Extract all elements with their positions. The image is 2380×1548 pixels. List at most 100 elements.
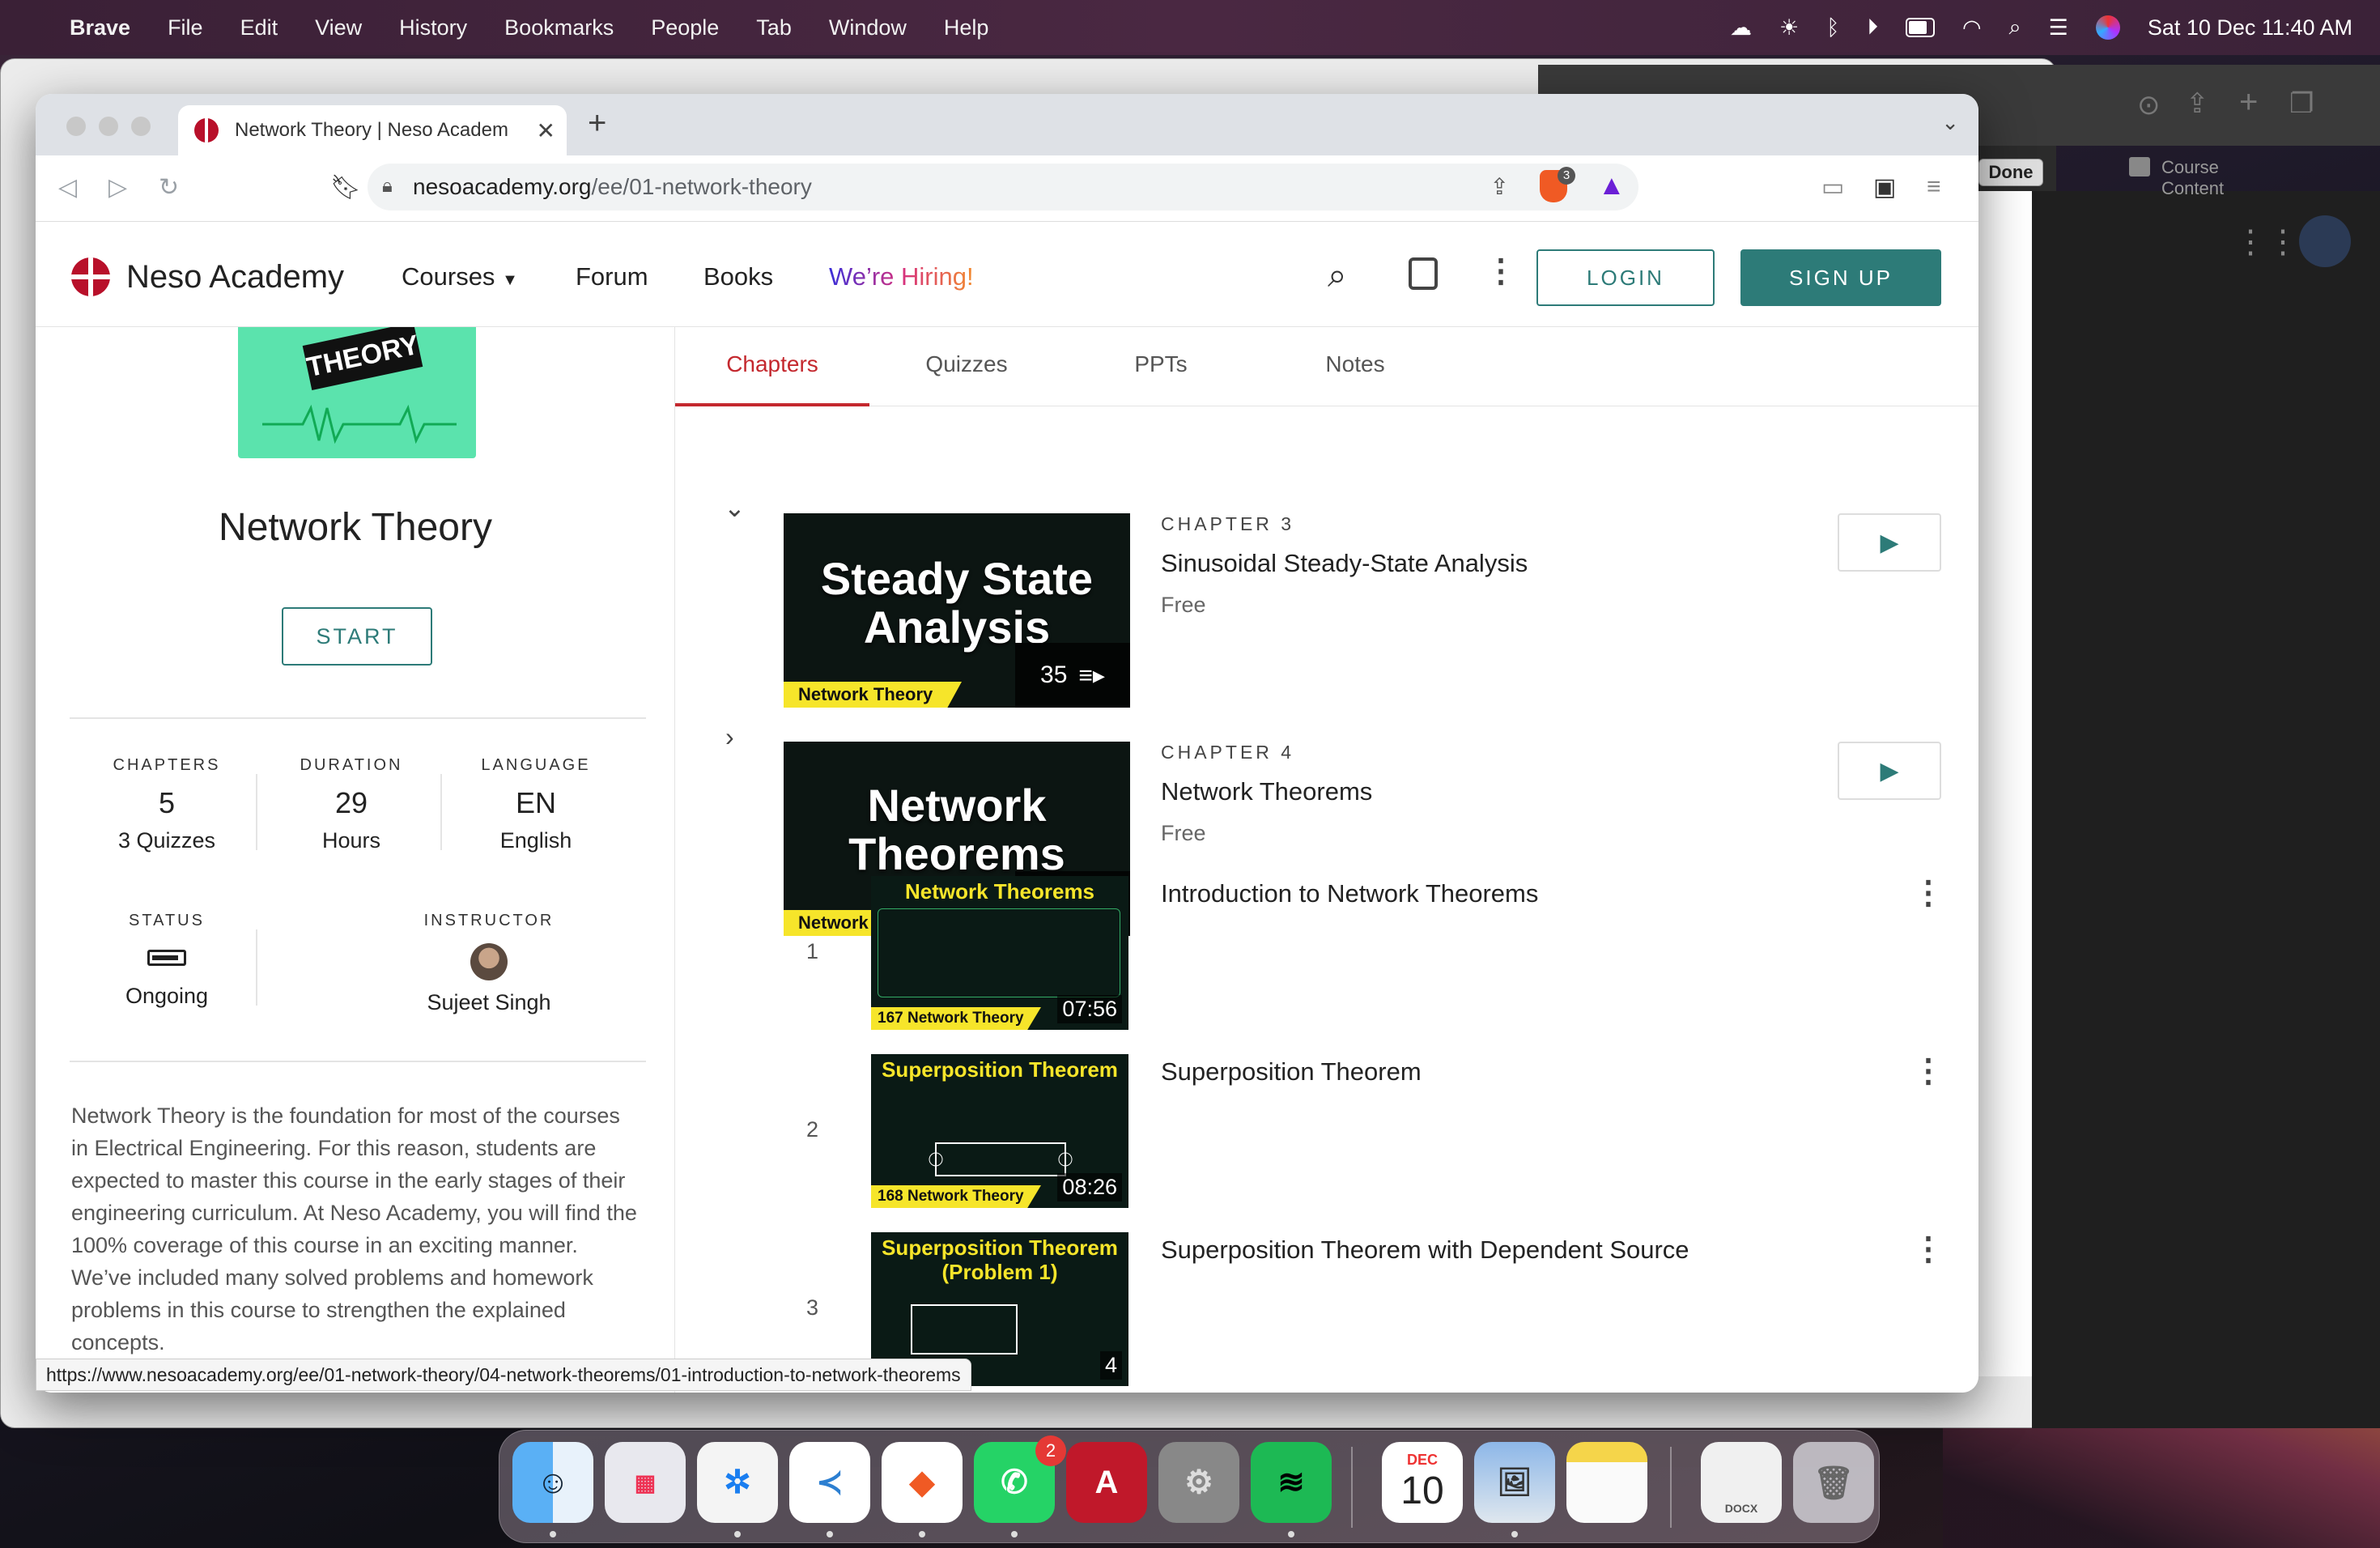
menu-file[interactable]: File: [168, 15, 203, 40]
calendar-icon[interactable]: DEC 10: [1382, 1442, 1463, 1523]
tab-ppts[interactable]: PPTs: [1064, 351, 1258, 377]
running-indicator: [734, 1531, 741, 1537]
spotlight-search-icon[interactable]: ⌕: [2009, 15, 2021, 40]
tab-list-chevron-icon[interactable]: ⌄: [1941, 110, 1959, 135]
divider: [70, 717, 646, 719]
shields-count-badge: 3: [1558, 167, 1575, 185]
control-center-icon[interactable]: ☰: [2049, 15, 2068, 40]
close-window-button[interactable]: [66, 117, 86, 136]
share-page-icon[interactable]: ⇪: [1490, 173, 1509, 200]
chevron-down-icon[interactable]: ⌄: [724, 492, 746, 523]
bluetooth-icon[interactable]: ᛒ: [1826, 15, 1839, 40]
docx-file-icon[interactable]: DOCX: [1701, 1442, 1782, 1523]
menu-people[interactable]: People: [651, 15, 719, 40]
more-vertical-icon[interactable]: ⋮: [1912, 1231, 1944, 1268]
zoom-window-button[interactable]: [131, 117, 151, 136]
menu-history[interactable]: History: [399, 15, 467, 40]
chapter-title[interactable]: Network Theorems: [1161, 777, 1372, 806]
more-vertical-icon[interactable]: ⋮: [1912, 874, 1944, 912]
tab-overview-icon[interactable]: ❐: [2289, 87, 2314, 120]
account-avatar[interactable]: [2299, 215, 2351, 267]
wallet-icon[interactable]: ▣: [1873, 173, 1896, 202]
course-title: Network Theory: [219, 506, 492, 549]
trash-icon[interactable]: 🗑︎: [1793, 1442, 1874, 1523]
battery-icon[interactable]: [1905, 18, 1935, 37]
more-vertical-icon[interactable]: ⋮: [1912, 1053, 1944, 1090]
menu-view[interactable]: View: [315, 15, 362, 40]
launchpad-icon[interactable]: ▦: [605, 1442, 686, 1523]
autocad-icon[interactable]: A: [1066, 1442, 1147, 1523]
preview-icon[interactable]: 🖼︎: [1474, 1442, 1555, 1523]
lecture-title[interactable]: Superposition Theorem: [1161, 1057, 1422, 1087]
search-icon[interactable]: ⌕: [1328, 256, 1347, 296]
nav-courses[interactable]: Courses ▼: [402, 262, 518, 291]
lecture-thumb-title: Network Theorems: [904, 879, 1095, 904]
downloads-icon[interactable]: ⊙: [2137, 89, 2161, 121]
chevron-right-icon[interactable]: ›: [725, 722, 734, 752]
system-preferences-icon[interactable]: ⚙: [1158, 1442, 1239, 1523]
brave-rewards-icon[interactable]: ▲: [1598, 170, 1626, 202]
more-vertical-icon[interactable]: ⋮: [1485, 253, 1517, 290]
start-button[interactable]: START: [282, 607, 432, 666]
play-chapter-button[interactable]: ▶: [1838, 742, 1941, 800]
nav-forum[interactable]: Forum: [576, 262, 648, 291]
siri-icon[interactable]: [2095, 15, 2120, 40]
playlist-icon: ≡▸: [1078, 661, 1105, 689]
menu-clock[interactable]: Sat 10 Dec 11:40 AM: [2148, 15, 2352, 40]
menu-app-name[interactable]: Brave: [70, 15, 130, 40]
chapter-thumbnail[interactable]: Steady State Analysis Network Theory 35 ≡…: [784, 513, 1130, 708]
stat-duration-value: 29: [334, 786, 368, 819]
safari-icon[interactable]: ✲: [697, 1442, 778, 1523]
playlist-count: 35 ≡▸: [1015, 643, 1130, 708]
finder-icon[interactable]: ☺: [512, 1442, 593, 1523]
stat-status: STATUS Ongoing: [102, 912, 232, 1009]
lecture-title[interactable]: Superposition Theorem with Dependent Sou…: [1161, 1235, 1689, 1265]
play-chapter-button[interactable]: ▶: [1838, 513, 1941, 572]
share-icon[interactable]: ⇪: [2186, 87, 2209, 120]
menu-bookmarks[interactable]: Bookmarks: [504, 15, 614, 40]
reload-icon[interactable]: ↻: [159, 173, 179, 202]
close-tab-icon[interactable]: ✕: [537, 117, 555, 144]
vscode-icon[interactable]: ≺: [789, 1442, 870, 1523]
thumb-line1: Network: [867, 780, 1047, 831]
menu-tab[interactable]: Tab: [756, 15, 792, 40]
chapter-title[interactable]: Sinusoidal Steady-State Analysis: [1161, 549, 1528, 578]
media-play-icon[interactable]: ⏵: [1867, 15, 1878, 40]
bookmark-icon[interactable]: 🔖︎: [330, 173, 361, 202]
nav-hiring[interactable]: We’re Hiring!: [829, 262, 974, 291]
menu-window[interactable]: Window: [829, 15, 907, 40]
stat-language-value: EN: [515, 786, 556, 819]
lecture-thumbnail[interactable]: Network Theorems 167 Network Theory 07:5…: [871, 876, 1128, 1030]
creative-cloud-icon[interactable]: ☁: [1730, 15, 1752, 40]
brave-icon[interactable]: ◆: [882, 1442, 963, 1523]
menu-help[interactable]: Help: [944, 15, 989, 40]
lecture-thumbnail[interactable]: Superposition Theorem 168 Network Theory…: [871, 1054, 1128, 1208]
tab-chapters[interactable]: Chapters: [675, 351, 869, 377]
lecture-title[interactable]: Introduction to Network Theorems: [1161, 879, 1538, 908]
stat-chapters-value: 5: [158, 786, 176, 819]
back-icon[interactable]: ◁: [58, 173, 77, 202]
site-logo[interactable]: Neso Academy: [71, 257, 344, 296]
done-button[interactable]: Done: [1978, 159, 2043, 186]
new-tab-icon[interactable]: +: [2239, 84, 2258, 121]
signup-button[interactable]: SIGN UP: [1740, 249, 1941, 306]
notes-battery-icon[interactable]: [1409, 257, 1438, 290]
url-field[interactable]: 🔒︎ nesoacademy.org/ee/01-network-theory …: [368, 164, 1638, 211]
login-button[interactable]: LOGIN: [1536, 249, 1715, 306]
brightness-icon[interactable]: ☀: [1779, 15, 1799, 40]
forward-icon[interactable]: ▷: [108, 173, 127, 202]
active-tab[interactable]: Network Theory | Neso Academ ✕: [178, 105, 567, 155]
nav-books[interactable]: Books: [703, 262, 773, 291]
spotify-icon[interactable]: ≋: [1251, 1442, 1332, 1523]
tab-notes[interactable]: Notes: [1258, 351, 1452, 377]
notes-icon[interactable]: [1566, 1442, 1647, 1523]
wifi-icon[interactable]: ◠: [1962, 15, 1982, 40]
menu-edit[interactable]: Edit: [240, 15, 278, 40]
stat-language-label: LANGUAGE: [481, 756, 591, 774]
minimize-window-button[interactable]: [99, 117, 118, 136]
tab-quizzes[interactable]: Quizzes: [869, 351, 1064, 377]
sidebar-toggle-icon[interactable]: ▭: [1821, 173, 1844, 202]
background-page: [1975, 191, 2032, 1376]
new-tab-button[interactable]: +: [588, 105, 606, 142]
browser-menu-icon[interactable]: ≡: [1927, 173, 1941, 201]
